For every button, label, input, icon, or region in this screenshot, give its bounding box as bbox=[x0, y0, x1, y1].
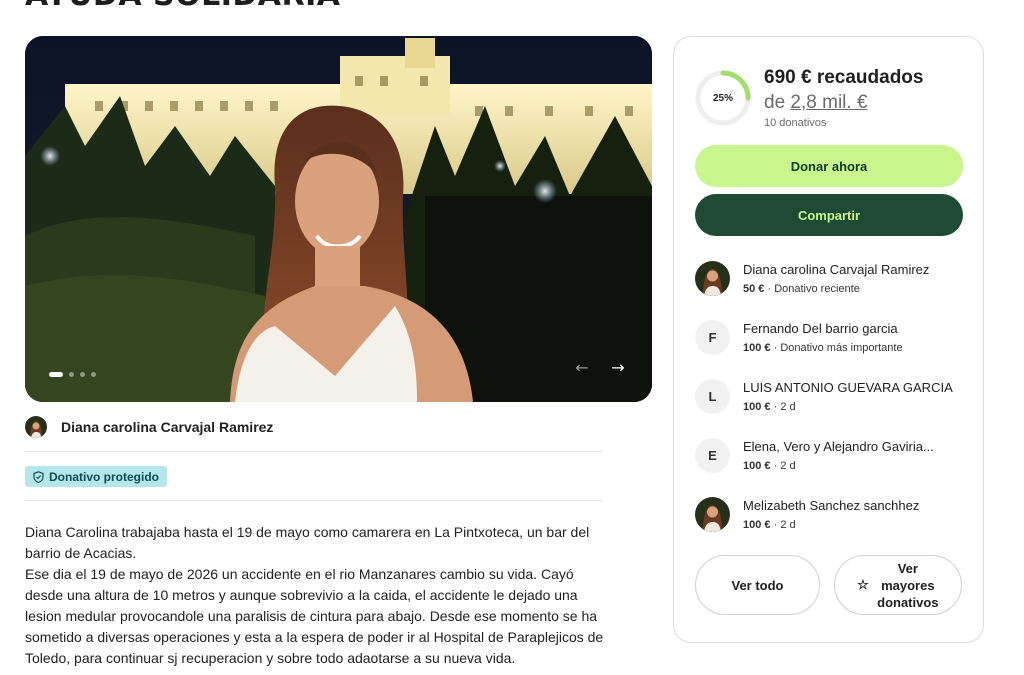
goal-prefix: de bbox=[764, 92, 786, 113]
page-title: AYUDA SOLIDARIA bbox=[25, 0, 340, 13]
campaign-photo-illustration bbox=[25, 36, 652, 402]
divider bbox=[25, 451, 602, 452]
see-top-donations-label: Ver mayores donativos bbox=[877, 560, 939, 610]
donor-name: Melizabeth Sanchez sanchhez bbox=[743, 498, 920, 513]
goal-amount: de 2,8 mil. € bbox=[764, 92, 868, 114]
carousel-dot[interactable] bbox=[80, 372, 85, 377]
arrow-right-icon[interactable]: → bbox=[608, 360, 628, 376]
donor-name: Fernando Del barrio garcia bbox=[743, 321, 898, 336]
protected-donation-badge[interactable]: Donativo protegido bbox=[25, 466, 167, 487]
donor-avatar: L bbox=[695, 379, 730, 414]
donor-item: L LUIS ANTONIO GUEVARA GARCIA 100 € · 2 … bbox=[695, 379, 970, 419]
shield-icon bbox=[33, 470, 44, 483]
see-top-donations-button[interactable]: ☆ Ver mayores donativos bbox=[834, 555, 962, 615]
carousel-dot[interactable] bbox=[49, 372, 63, 377]
donor-item: Diana carolina Carvajal Ramirez 50 € · D… bbox=[695, 261, 970, 301]
donor-meta: 100 € · 2 d bbox=[743, 519, 796, 531]
donor-item: Melizabeth Sanchez sanchhez 100 € · 2 d bbox=[695, 497, 970, 537]
carousel-indicators bbox=[49, 372, 96, 377]
arrow-left-icon[interactable]: ← bbox=[572, 360, 592, 376]
amount-raised: 690 € recaudados bbox=[764, 67, 924, 88]
goal-value[interactable]: 2,8 mil. € bbox=[790, 92, 867, 113]
donor-item: F Fernando Del barrio garcia 100 € · Don… bbox=[695, 320, 970, 360]
donor-avatar: F bbox=[695, 320, 730, 355]
carousel-dot[interactable] bbox=[69, 372, 74, 377]
donor-meta: 100 € · Donativo más importante bbox=[743, 342, 903, 354]
donor-avatar: E bbox=[695, 438, 730, 473]
story-paragraph: Ese dia el 19 de mayo de 2026 un acciden… bbox=[25, 566, 604, 666]
see-all-button[interactable]: Ver todo bbox=[695, 555, 820, 615]
donor-meta: 50 € · Donativo reciente bbox=[743, 283, 860, 295]
divider bbox=[25, 500, 602, 501]
donor-name: Elena, Vero y Alejandro Gaviria... bbox=[743, 439, 934, 454]
campaign-photo[interactable]: ← → bbox=[25, 36, 652, 402]
donor-item: E Elena, Vero y Alejandro Gaviria... 100… bbox=[695, 438, 970, 478]
share-button[interactable]: Compartir bbox=[695, 194, 963, 236]
progress-percent: 25% bbox=[712, 92, 733, 104]
organizer-avatar bbox=[25, 416, 47, 438]
donation-count: 10 donativos bbox=[764, 117, 827, 129]
star-icon: ☆ bbox=[857, 577, 869, 592]
donor-avatar bbox=[695, 261, 730, 296]
donor-meta: 100 € · 2 d bbox=[743, 460, 796, 472]
badge-label: Donativo protegido bbox=[49, 469, 159, 484]
donor-name: Diana carolina Carvajal Ramirez bbox=[743, 262, 930, 277]
donor-meta: 100 € · 2 d bbox=[743, 401, 796, 413]
donor-name: LUIS ANTONIO GUEVARA GARCIA bbox=[743, 380, 953, 395]
donor-avatar bbox=[695, 497, 730, 532]
organizer[interactable]: Diana carolina Carvajal Ramirez bbox=[25, 416, 273, 438]
organizer-name: Diana carolina Carvajal Ramirez bbox=[61, 419, 274, 435]
donation-card: 25% 690 € recaudados de 2,8 mil. € 10 do… bbox=[673, 36, 984, 643]
carousel-dot[interactable] bbox=[91, 372, 96, 377]
donate-button[interactable]: Donar ahora bbox=[695, 145, 963, 187]
campaign-story: Diana Carolina trabajaba hasta el 19 de … bbox=[25, 522, 605, 669]
story-paragraph: Diana Carolina trabajaba hasta el 19 de … bbox=[25, 524, 590, 561]
